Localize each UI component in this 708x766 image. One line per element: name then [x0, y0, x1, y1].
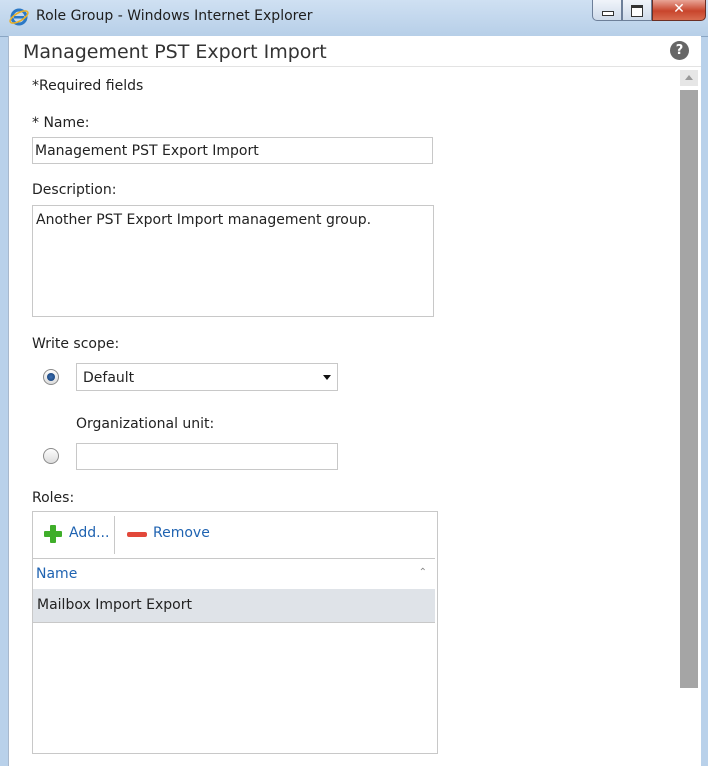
minimize-button[interactable]	[592, 0, 622, 21]
remove-role-label: Remove	[153, 525, 210, 541]
organizational-unit-input[interactable]	[76, 443, 338, 470]
close-icon: ✕	[673, 1, 685, 17]
name-input[interactable]: Management PST Export Import	[32, 137, 433, 164]
write-scope-select[interactable]: Default	[76, 363, 338, 391]
roles-list-panel: Add... Remove Name ⌃ Mailbox Import Expo…	[32, 511, 438, 754]
roles-label: Roles:	[32, 490, 75, 506]
dialog-header: Management PST Export Import ?	[9, 36, 701, 67]
minus-icon	[127, 532, 147, 537]
table-row[interactable]: Mailbox Import Export	[33, 589, 435, 623]
scrollbar-thumb[interactable]	[680, 90, 698, 688]
add-role-button[interactable]: Add...	[33, 512, 113, 557]
write-scope-label: Write scope:	[32, 336, 120, 352]
name-column-label: Name	[36, 566, 78, 582]
close-button[interactable]: ✕	[652, 0, 706, 21]
description-textarea[interactable]: Another PST Export Import management gro…	[32, 205, 434, 317]
name-label: * Name:	[32, 115, 90, 131]
help-icon[interactable]: ?	[670, 41, 689, 60]
role-name-cell: Mailbox Import Export	[37, 597, 192, 613]
window-title-bar[interactable]: Role Group - Windows Internet Explorer ✕	[0, 0, 708, 37]
window-title: Role Group - Windows Internet Explorer	[36, 8, 313, 24]
organizational-unit-radio[interactable]	[43, 448, 59, 464]
maximize-button[interactable]	[622, 0, 652, 21]
roles-toolbar: Add... Remove	[33, 512, 437, 557]
write-scope-default-radio[interactable]	[43, 369, 59, 385]
internet-explorer-icon	[9, 8, 29, 26]
write-scope-selected-value: Default	[83, 370, 135, 386]
minimize-icon	[602, 11, 614, 16]
toolbar-divider	[114, 516, 115, 554]
dialog-content: Management PST Export Import ? *Required…	[8, 36, 701, 766]
name-column-header[interactable]: Name ⌃	[33, 558, 435, 590]
required-fields-note: *Required fields	[32, 78, 144, 94]
remove-role-button[interactable]: Remove	[117, 512, 217, 557]
window-controls: ✕	[592, 0, 706, 22]
plus-icon	[44, 525, 62, 543]
maximize-icon	[631, 5, 643, 17]
scroll-up-button[interactable]	[680, 70, 698, 86]
sort-icon: ⌃	[418, 567, 427, 578]
chevron-down-icon	[323, 375, 331, 380]
page-title: Management PST Export Import	[23, 41, 327, 63]
organizational-unit-label: Organizational unit:	[76, 416, 215, 432]
description-label: Description:	[32, 182, 117, 198]
add-role-label: Add...	[69, 525, 110, 541]
